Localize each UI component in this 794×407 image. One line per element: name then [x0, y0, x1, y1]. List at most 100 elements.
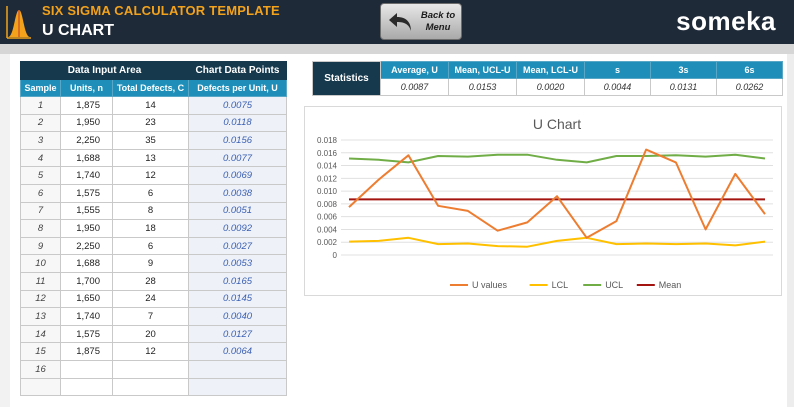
sample-cell[interactable]: 11 — [20, 271, 61, 291]
dpu-cell[interactable]: 0.0127 — [188, 324, 287, 344]
y-tick-label: 0.014 — [317, 162, 338, 171]
units-cell[interactable] — [60, 377, 113, 397]
stat-value-average[interactable]: 0.0087 — [380, 78, 449, 96]
defects-cell[interactable]: 12 — [112, 342, 189, 361]
sample-cell[interactable]: 5 — [20, 166, 61, 185]
defects-cell[interactable]: 13 — [112, 148, 189, 168]
table-row: 4 1,688 13 0.0077 — [20, 148, 287, 168]
defects-cell[interactable]: 24 — [112, 289, 189, 309]
units-cell[interactable]: 1,950 — [60, 219, 113, 238]
dpu-cell[interactable]: 0.0156 — [188, 131, 287, 150]
back-arrow-icon — [389, 13, 411, 31]
y-tick-label: 0.012 — [317, 174, 338, 183]
dpu-cell[interactable]: 0.0027 — [188, 236, 287, 256]
defects-cell[interactable]: 6 — [112, 236, 189, 256]
dpu-cell[interactable]: 0.0165 — [188, 271, 287, 291]
stat-value-ucl[interactable]: 0.0153 — [448, 78, 517, 96]
group-header-chart: Chart Data Points — [188, 61, 287, 80]
sample-cell[interactable]: 16 — [20, 359, 61, 379]
group-header-input: Data Input Area — [20, 61, 189, 80]
units-cell[interactable] — [60, 359, 113, 379]
defects-cell[interactable]: 23 — [112, 113, 189, 133]
header-divider — [0, 44, 794, 54]
sample-cell[interactable]: 4 — [20, 148, 61, 168]
dpu-cell[interactable]: 0.0064 — [188, 342, 287, 361]
table-row: 8 1,950 18 0.0092 — [20, 219, 287, 238]
units-cell[interactable]: 2,250 — [60, 236, 113, 256]
dpu-cell[interactable]: 0.0069 — [188, 166, 287, 185]
y-tick-label: 0.018 — [317, 136, 338, 145]
defects-cell[interactable]: 28 — [112, 271, 189, 291]
units-cell[interactable]: 1,688 — [60, 254, 113, 273]
statistics-table: Statistics Average, U Mean, UCL-U Mean, … — [312, 61, 783, 96]
units-cell[interactable]: 2,250 — [60, 131, 113, 150]
table-row: 15 1,875 12 0.0064 — [20, 342, 287, 361]
units-cell[interactable]: 1,875 — [60, 96, 113, 115]
defects-cell[interactable]: 8 — [112, 201, 189, 221]
dpu-cell[interactable] — [188, 359, 287, 379]
col-header-dpu: Defects per Unit, U — [188, 79, 287, 97]
stat-header-lcl: Mean, LCL-U — [516, 61, 585, 79]
units-cell[interactable]: 1,875 — [60, 342, 113, 361]
units-cell[interactable]: 1,650 — [60, 289, 113, 309]
units-cell[interactable]: 1,740 — [60, 307, 113, 326]
stat-header-average: Average, U — [380, 61, 449, 79]
dpu-cell[interactable]: 0.0077 — [188, 148, 287, 168]
u-chart[interactable]: U Chart 0 0.002 0.004 0.006 0.008 0.010 0.012 0.… — [304, 106, 782, 296]
dpu-cell[interactable]: 0.0075 — [188, 96, 287, 115]
units-cell[interactable]: 1,700 — [60, 271, 113, 291]
stat-value-lcl[interactable]: 0.0020 — [516, 78, 585, 96]
dpu-cell[interactable]: 0.0053 — [188, 254, 287, 273]
stat-value-6s[interactable]: 0.0262 — [716, 78, 783, 96]
sample-cell[interactable]: 13 — [20, 307, 61, 326]
defects-cell[interactable]: 6 — [112, 183, 189, 203]
sample-cell[interactable]: 15 — [20, 342, 61, 361]
table-row: 6 1,575 6 0.0038 — [20, 183, 287, 203]
dpu-cell[interactable]: 0.0051 — [188, 201, 287, 221]
dpu-cell[interactable]: 0.0092 — [188, 219, 287, 238]
sample-cell[interactable]: 3 — [20, 131, 61, 150]
units-cell[interactable]: 1,575 — [60, 183, 113, 203]
defects-cell[interactable]: 7 — [112, 307, 189, 326]
sample-cell[interactable]: 8 — [20, 219, 61, 238]
defects-cell[interactable] — [112, 359, 189, 379]
col-header-units: Units, n — [60, 79, 113, 97]
sample-cell[interactable] — [20, 377, 61, 397]
defects-cell[interactable]: 14 — [112, 96, 189, 115]
sample-cell[interactable]: 10 — [20, 254, 61, 273]
table-row: 10 1,688 9 0.0053 — [20, 254, 287, 273]
col-header-defects: Total Defects, C — [112, 79, 189, 97]
back-to-menu-button[interactable]: Back to Menu — [380, 3, 462, 40]
sample-cell[interactable]: 1 — [20, 96, 61, 115]
sample-cell[interactable]: 14 — [20, 324, 61, 344]
stat-header-s: s — [584, 61, 651, 79]
units-cell[interactable]: 1,950 — [60, 113, 113, 133]
units-cell[interactable]: 1,688 — [60, 148, 113, 168]
units-cell[interactable]: 1,555 — [60, 201, 113, 221]
defects-cell[interactable]: 9 — [112, 254, 189, 273]
defects-cell[interactable]: 12 — [112, 166, 189, 185]
units-cell[interactable]: 1,575 — [60, 324, 113, 344]
u-chart-svg: U Chart 0 0.002 0.004 0.006 0.008 0.010 0.012 0.… — [317, 116, 773, 290]
sample-cell[interactable]: 12 — [20, 289, 61, 309]
dpu-cell[interactable]: 0.0038 — [188, 183, 287, 203]
dpu-cell[interactable]: 0.0145 — [188, 289, 287, 309]
stat-value-3s[interactable]: 0.0131 — [650, 78, 717, 96]
defects-cell[interactable]: 20 — [112, 324, 189, 344]
y-tick-label: 0.002 — [317, 238, 338, 247]
units-cell[interactable]: 1,740 — [60, 166, 113, 185]
sample-cell[interactable]: 6 — [20, 183, 61, 203]
dpu-cell[interactable] — [188, 377, 287, 397]
left-margin — [0, 54, 10, 407]
sample-cell[interactable]: 2 — [20, 113, 61, 133]
sample-cell[interactable]: 9 — [20, 236, 61, 256]
series-line-u-values — [348, 148, 766, 239]
dpu-cell[interactable]: 0.0118 — [188, 113, 287, 133]
defects-cell[interactable] — [112, 377, 189, 397]
defects-cell[interactable]: 18 — [112, 219, 189, 238]
dpu-cell[interactable]: 0.0040 — [188, 307, 287, 326]
sample-cell[interactable]: 7 — [20, 201, 61, 221]
defects-cell[interactable]: 35 — [112, 131, 189, 150]
stat-header-6s: 6s — [716, 61, 783, 79]
stat-value-s[interactable]: 0.0044 — [584, 78, 651, 96]
